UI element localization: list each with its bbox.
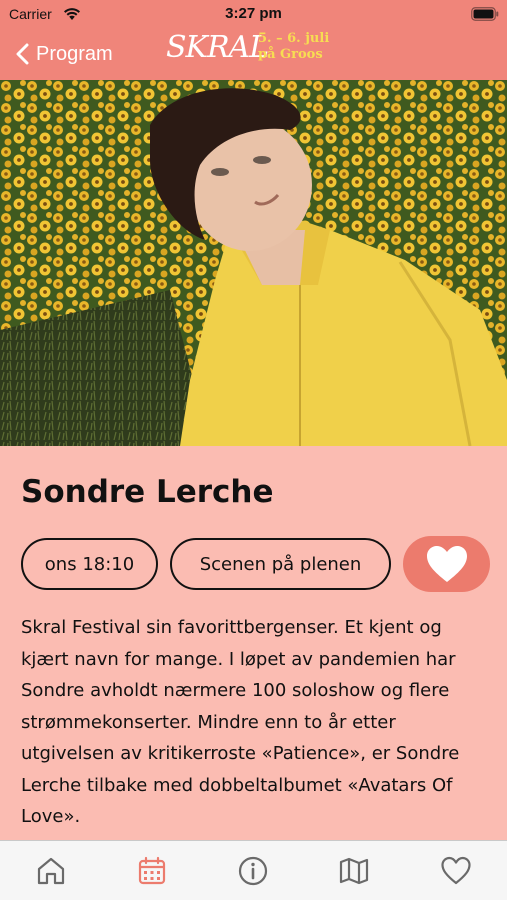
back-button-label: Program — [36, 42, 113, 65]
artist-photo — [0, 80, 507, 446]
navigation-bar: Program SKRAL 5. – 6. juli på Groos — [0, 30, 507, 80]
tab-favorites[interactable] — [440, 855, 472, 887]
heart-icon — [426, 546, 467, 582]
chevron-left-icon — [16, 43, 29, 65]
status-bar: Carrier 3:27 pm — [0, 0, 507, 30]
logo-dates: 5. – 6. juli på Groos — [258, 31, 329, 63]
logo-dates-line2: på Groos — [258, 47, 323, 62]
logo-dates-line1: 5. – 6. juli — [258, 31, 330, 46]
artist-description: Skral Festival sin favorittbergenser. Et… — [21, 617, 460, 827]
tab-info[interactable] — [237, 855, 269, 887]
logo-wordmark: SKRAL — [166, 30, 269, 65]
tab-bar — [0, 840, 507, 900]
status-clock: 3:27 pm — [225, 5, 282, 22]
tab-program[interactable] — [136, 855, 168, 887]
info-icon — [238, 856, 268, 886]
favorite-button[interactable] — [403, 536, 490, 592]
stage-badge: Scenen på plenen — [170, 538, 391, 590]
back-button[interactable]: Program — [14, 40, 113, 68]
artist-name: Sondre Lerche — [21, 474, 274, 510]
map-icon — [339, 857, 369, 885]
tab-home[interactable] — [35, 855, 67, 887]
performance-time-badge: ons 18:10 — [21, 538, 158, 590]
artist-detail: Sondre Lerche ons 18:10 Scenen på plenen… — [0, 446, 507, 840]
tab-map[interactable] — [338, 855, 370, 887]
festival-logo: SKRAL 5. – 6. juli på Groos — [166, 30, 341, 78]
home-icon — [37, 857, 65, 885]
heart-icon — [441, 856, 471, 885]
calendar-icon — [138, 856, 166, 885]
battery-icon — [471, 7, 499, 21]
artist-photo-illustration — [0, 80, 507, 446]
